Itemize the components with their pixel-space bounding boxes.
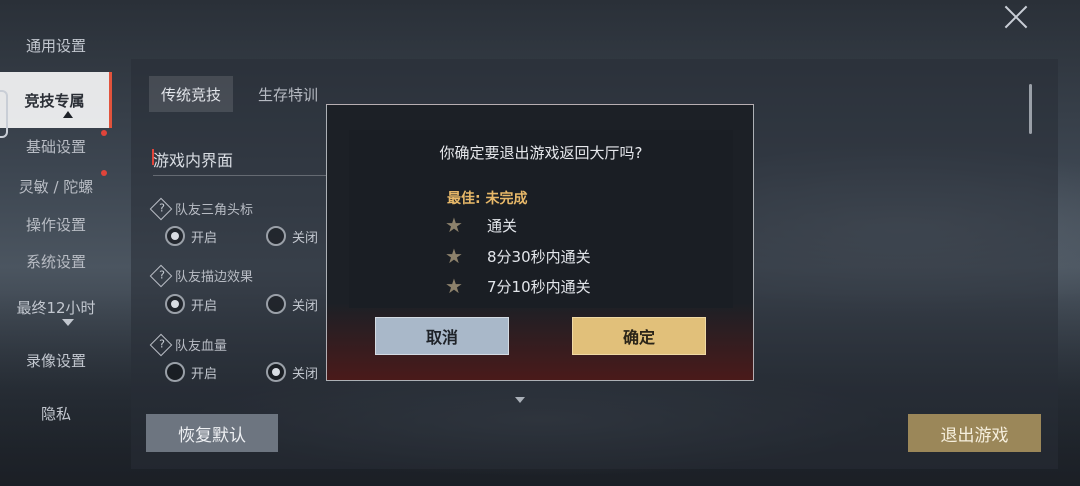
option-label-teammate-marker: ? 队友三角头标 (149, 197, 253, 220)
sidebar-item-privacy[interactable]: 隐私 (0, 393, 112, 433)
chevron-down-icon (515, 397, 525, 403)
tab-classic[interactable]: 传统竞技 (149, 76, 234, 112)
goal-item: ★ 7分10秒内通关 (445, 274, 591, 298)
tab-survival-training[interactable]: 生存特训 (246, 76, 330, 112)
goal-item: ★ 8分30秒内通关 (445, 244, 591, 268)
sidebar-item-replay[interactable]: 录像设置 (0, 340, 112, 380)
dialog-title: 你确定要退出游戏返回大厅吗? (439, 144, 643, 162)
radio-teammate-outline-on[interactable]: 开启 (165, 294, 217, 314)
star-icon: ★ (445, 244, 463, 268)
radio-teammate-marker-on[interactable]: 开启 (165, 226, 217, 246)
sidebar-item-competitive[interactable]: 竞技专属 (0, 72, 112, 128)
sidebar-item-final-12h[interactable]: 最终12小时 (0, 287, 112, 327)
divider (153, 175, 343, 176)
section-title: 游戏内界面 (153, 151, 234, 170)
radio-teammate-outline-off[interactable]: 关闭 (266, 294, 318, 314)
chevron-up-icon (63, 111, 73, 118)
star-icon: ★ (445, 274, 463, 298)
help-icon[interactable]: ? (149, 197, 173, 220)
sidebar-item-sensitivity[interactable]: 灵敏 / 陀螺 (0, 166, 112, 206)
goal-item: ★ 通关 (445, 213, 518, 237)
sidebar-item-general[interactable]: 通用设置 (0, 25, 112, 65)
scrollbar[interactable] (1029, 84, 1032, 134)
notification-dot (101, 130, 107, 136)
radio-teammate-marker-off[interactable]: 关闭 (266, 226, 318, 246)
sidebar-handle[interactable] (0, 90, 8, 138)
confirm-exit-dialog: 你确定要退出游戏返回大厅吗? 最佳: 未完成 ★ 通关 ★ 8分30秒内通关 ★… (326, 104, 754, 381)
close-icon[interactable] (1003, 4, 1029, 30)
radio-teammate-health-on[interactable]: 开启 (165, 362, 217, 382)
option-label-teammate-health: ? 队友血量 (149, 333, 227, 356)
restore-defaults-button[interactable]: 恢复默认 (146, 414, 278, 452)
sidebar-item-controls[interactable]: 操作设置 (0, 204, 112, 244)
best-result: 最佳: 未完成 (447, 191, 528, 207)
chevron-down-icon (62, 319, 74, 326)
sidebar-item-label: 竞技专属 (24, 91, 85, 110)
sidebar: 通用设置 竞技专属 基础设置 灵敏 / 陀螺 操作设置 系统设置 最终12小时 … (0, 20, 112, 486)
sidebar-item-system[interactable]: 系统设置 (0, 241, 112, 281)
exit-game-button[interactable]: 退出游戏 (908, 414, 1041, 452)
option-label-teammate-outline: ? 队友描边效果 (149, 264, 253, 287)
radio-teammate-health-off[interactable]: 关闭 (266, 362, 318, 382)
help-icon[interactable]: ? (149, 333, 173, 356)
sidebar-item-basic[interactable]: 基础设置 (0, 126, 112, 166)
confirm-button[interactable]: 确定 (572, 317, 706, 355)
star-icon: ★ (445, 213, 463, 237)
cancel-button[interactable]: 取消 (375, 317, 509, 355)
notification-dot (101, 170, 107, 176)
help-icon[interactable]: ? (149, 264, 173, 287)
dialog-content: 你确定要退出游戏返回大厅吗? 最佳: 未完成 ★ 通关 ★ 8分30秒内通关 ★… (349, 130, 733, 308)
